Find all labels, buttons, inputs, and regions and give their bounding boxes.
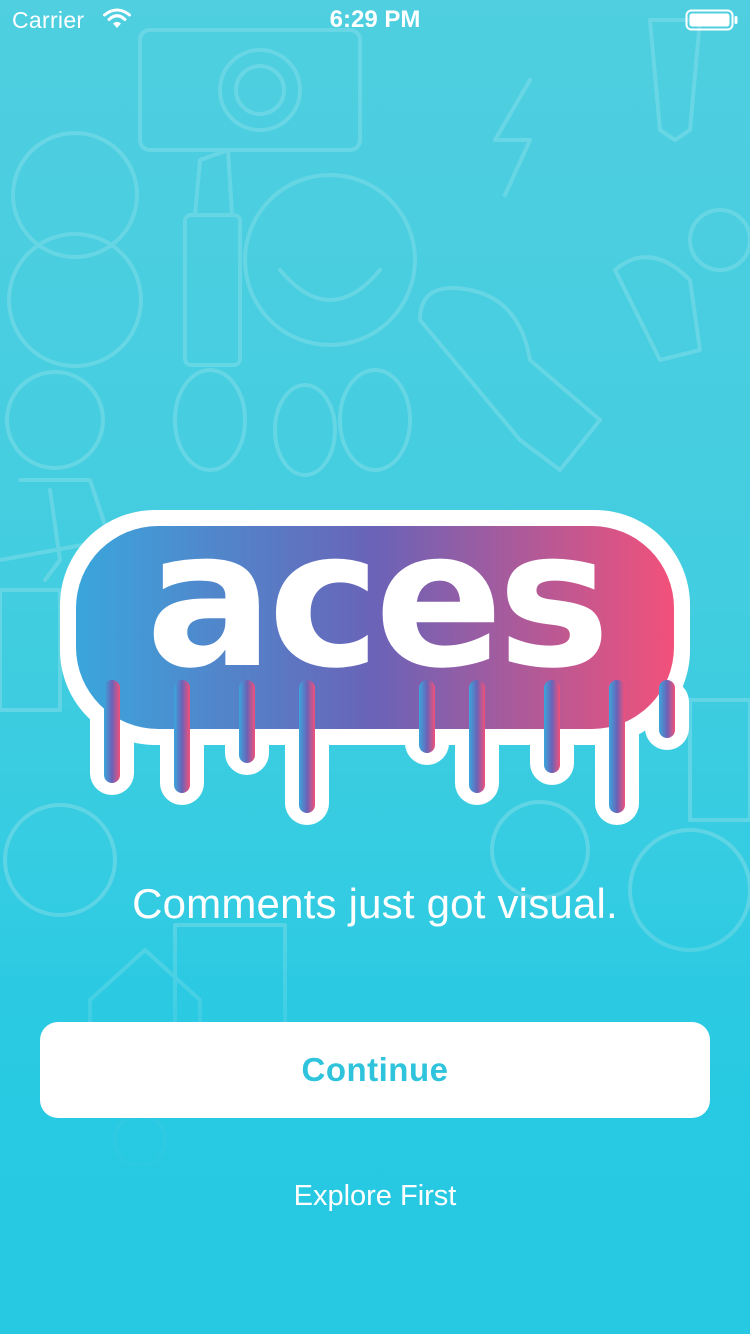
explore-first-link[interactable]: Explore First [225,1180,525,1213]
battery-full-icon [685,9,738,31]
welcome-screen: Carrier 6:29 PM aces Comments just got v… [0,0,750,1334]
notebook-doodle [0,588,62,712]
aces-logo: aces [60,500,690,825]
lightning-doodle [493,78,532,197]
hand-doodle [613,255,702,362]
logo-wordmark: aces [146,500,605,710]
laptop-doodle [688,698,750,822]
continue-button[interactable]: Continue [40,1022,710,1118]
broken-heart-doodle [418,286,602,472]
camera-doodle [138,28,362,152]
compact-mirror-doodle [11,131,139,259]
laughing-emoji-doodle [243,173,417,347]
lipstick-doodle [183,213,242,367]
tagline: Comments just got visual. [132,880,618,927]
status-time: 6:29 PM [329,6,421,33]
status-bar: Carrier 6:29 PM [0,0,750,40]
man-doodle [5,370,105,470]
